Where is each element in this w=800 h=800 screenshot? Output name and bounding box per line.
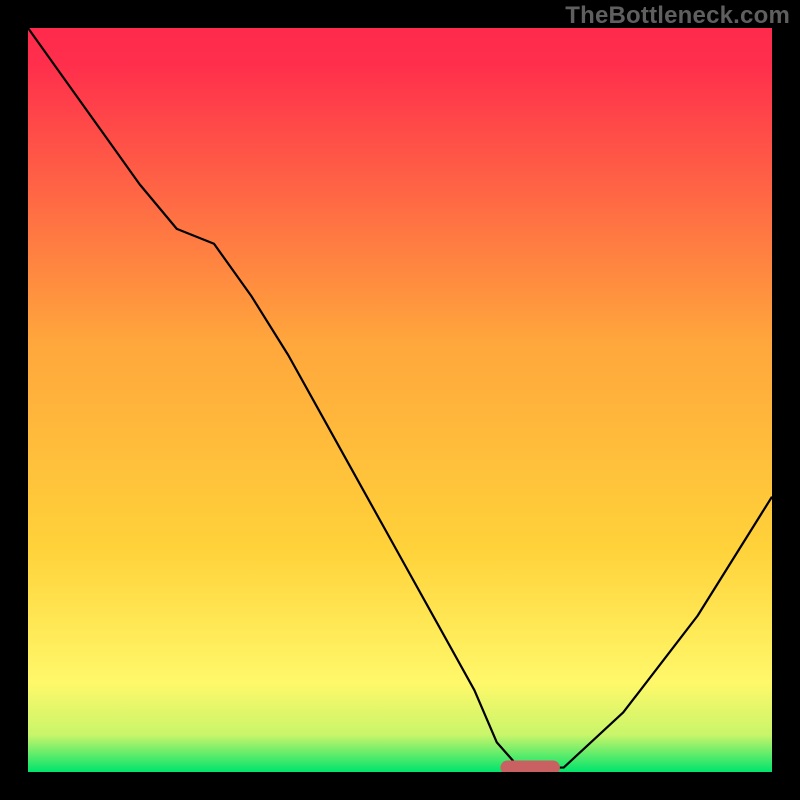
chart-svg: [28, 28, 772, 772]
chart-stage: TheBottleneck.com: [0, 0, 800, 800]
plot-area: [28, 28, 772, 772]
plot-background: [28, 28, 772, 772]
watermark-text: TheBottleneck.com: [565, 2, 790, 30]
optimal-marker: [500, 761, 560, 772]
